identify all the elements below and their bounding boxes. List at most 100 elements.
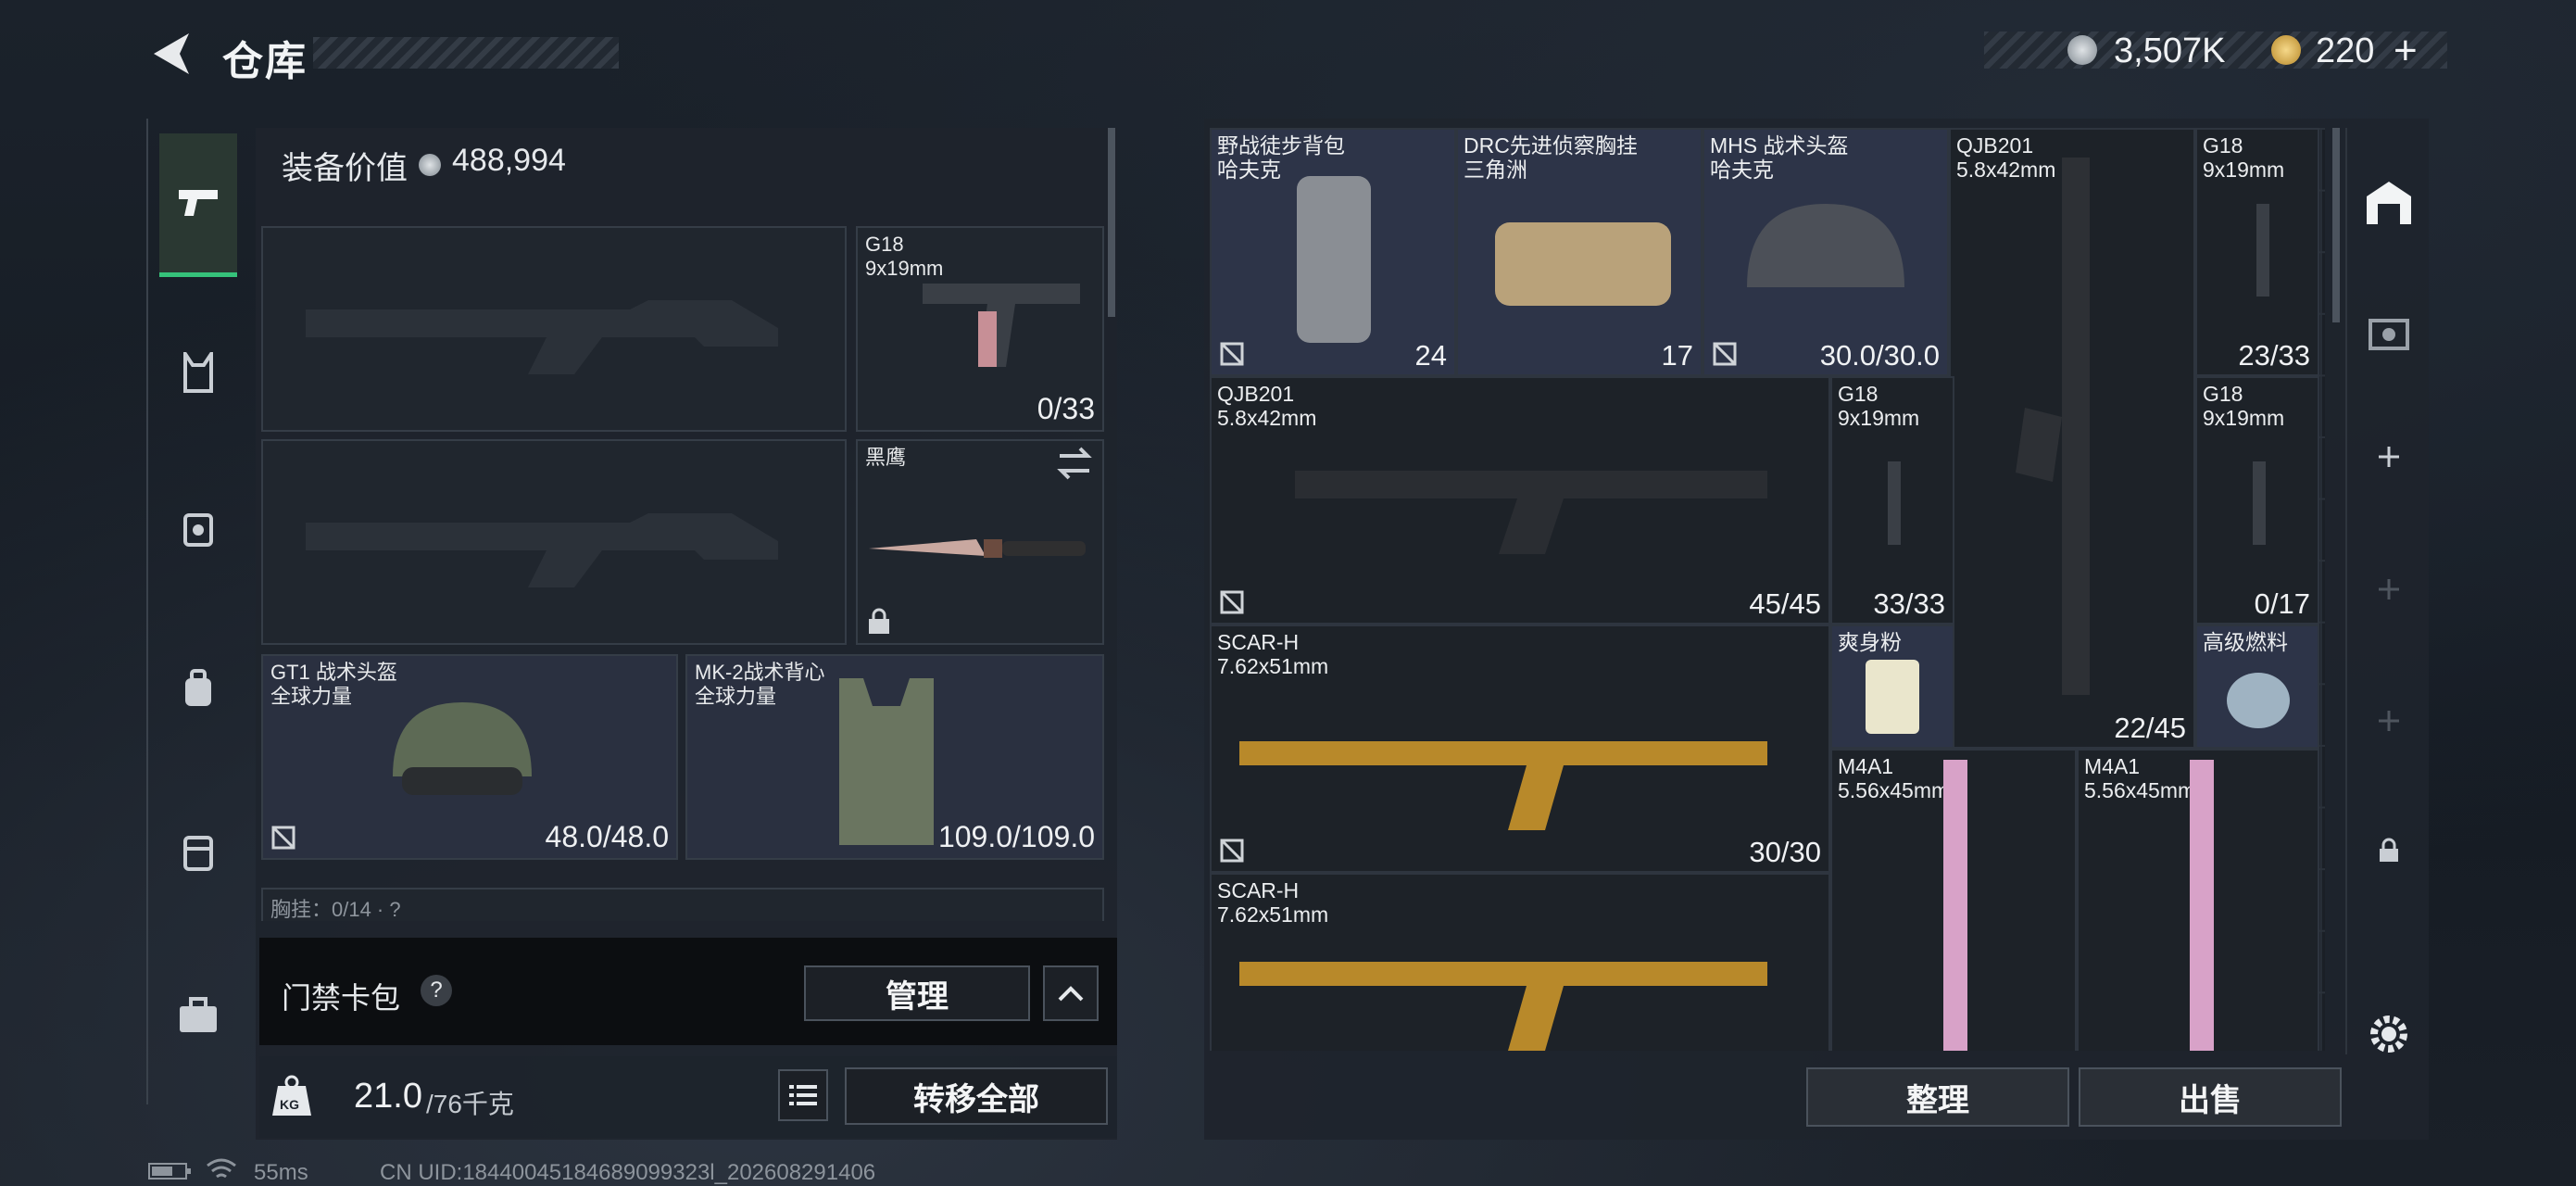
stash-item[interactable]: G18 9x19mm 0/17 — [2195, 376, 2319, 625]
locked-page[interactable] — [2347, 814, 2431, 888]
stash-item[interactable]: M4A1 5.56x45mm — [1830, 749, 2077, 1051]
helmet-slot[interactable]: GT1 战术头盔 全球力量 48.0/48.0 — [261, 654, 678, 860]
armor-slot[interactable]: MK-2战术背心 全球力量 109.0/109.0 — [685, 654, 1104, 860]
primary-weapon-slot-2[interactable] — [261, 439, 847, 645]
stash-page-4-tab[interactable] — [2347, 295, 2431, 369]
current-weight: 21.0 — [354, 1077, 422, 1116]
add-page-button-disabled[interactable] — [2347, 684, 2431, 758]
add-page-button[interactable] — [2347, 420, 2431, 494]
nav-armor[interactable] — [159, 489, 237, 567]
loadout-scrollbar[interactable] — [1108, 128, 1115, 317]
item-name: G18 — [2203, 133, 2243, 158]
item-sub: 9x19mm — [2203, 158, 2285, 182]
ammo-count: 22/45 — [2114, 712, 2186, 744]
ping-label: 55ms — [254, 1160, 308, 1185]
chest-rig-item-icon — [1495, 222, 1671, 306]
stash-item[interactable]: G18 9x19mm 33/33 — [1830, 376, 1954, 625]
swap-icon[interactable] — [1056, 447, 1093, 480]
expand-button[interactable] — [1043, 965, 1099, 1021]
helmet-icon — [393, 702, 532, 795]
equipment-category-nav — [146, 119, 250, 1104]
item-name: DRC先进侦察胸挂 — [1464, 133, 1638, 158]
lock-icon — [869, 608, 889, 634]
item-sub: 三角洲 — [1464, 158, 1527, 182]
knife-icon — [869, 539, 1086, 558]
durability: 48.0/48.0 — [545, 820, 669, 853]
nav-pouch[interactable] — [159, 814, 237, 891]
item-name: 野战徒步背包 — [1217, 133, 1345, 158]
stash-item[interactable]: SCAR-H 7.62x51mm 30/30 — [1210, 625, 1830, 873]
qjb201-icon — [1295, 471, 1767, 554]
weight-icon: KG — [269, 1073, 315, 1119]
sell-button[interactable]: 出售 — [2079, 1067, 2342, 1127]
durability: 109.0/109.0 — [937, 820, 1095, 853]
item-name: SCAR-H — [1217, 630, 1300, 654]
transfer-all-button[interactable]: 转移全部 — [845, 1067, 1108, 1125]
add-page-button-disabled[interactable] — [2347, 552, 2431, 626]
stash-item[interactable]: QJB201 5.8x42mm 22/45 — [1949, 128, 2195, 749]
silver-coin-icon — [2067, 35, 2097, 65]
no-insure-icon — [1220, 839, 1244, 863]
gold-coin-icon — [2271, 35, 2301, 65]
slot-item-name: GT1 战术头盔 — [270, 661, 397, 684]
stash-item[interactable]: MHS 战术头盔 哈夫克 30.0/30.0 — [1703, 128, 1949, 376]
nav-backpack[interactable] — [159, 649, 237, 726]
silver-currency: 3,507K — [2114, 32, 2226, 70]
nav-chest-rig[interactable] — [159, 334, 237, 411]
chest-rig-slot[interactable]: 胸挂：0/14 · ? — [261, 888, 1104, 921]
primary-weapon-slot-1[interactable] — [261, 226, 847, 432]
slot-item-name: MK-2战术背心 — [695, 661, 825, 684]
stash-item[interactable]: 爽身粉 — [1830, 625, 1954, 749]
equip-value: 488,994 — [452, 143, 566, 178]
ammo-count: 0/33 — [1037, 392, 1095, 425]
nav-weapons[interactable] — [159, 133, 237, 277]
rifle-silhouette-icon — [306, 300, 778, 374]
stash-home-tab[interactable] — [2347, 165, 2431, 239]
help-icon[interactable]: ? — [421, 975, 452, 1006]
add-currency-button[interactable]: + — [2394, 28, 2418, 74]
item-name: QJB201 — [1217, 382, 1295, 406]
stash-item[interactable]: 高级燃料 — [2195, 625, 2319, 749]
item-name: MHS 战术头盔 — [1710, 133, 1849, 158]
g18-pistol-icon — [923, 284, 1080, 367]
uid-label: CN UID:18440045184689099323l_20260829140… — [380, 1160, 876, 1185]
stash-item[interactable]: 野战徒步背包 哈夫克 24 — [1210, 128, 1456, 376]
back-arrow-icon[interactable] — [146, 28, 198, 80]
stash-item[interactable]: DRC先进侦察胸挂 三角洲 17 — [1456, 128, 1703, 376]
silver-coin-icon — [419, 154, 441, 176]
page-title: 仓库 — [222, 39, 308, 84]
helmet-item-icon — [1747, 204, 1904, 287]
stash-scrollbar[interactable] — [2332, 128, 2340, 322]
ammo-count: 0/17 — [2254, 587, 2310, 620]
item-sub: 9x19mm — [2203, 406, 2285, 430]
fuel-can-icon — [2227, 673, 2290, 728]
ammo-count: 33/33 — [1873, 587, 1945, 620]
plus-icon — [2379, 579, 2399, 599]
stash-page-nav — [2345, 128, 2431, 1054]
stash-item[interactable]: G18 9x19mm 23/33 — [2195, 128, 2319, 376]
list-view-button[interactable] — [778, 1069, 828, 1121]
nav-case[interactable] — [159, 977, 237, 1054]
m4a1-pink-icon — [2190, 760, 2214, 1051]
scar-h-gold-icon — [1239, 962, 1767, 1051]
item-name: G18 — [1838, 382, 1879, 406]
no-insure-icon — [271, 826, 295, 850]
sidearm-slot[interactable]: G18 9x19mm 0/33 — [856, 226, 1104, 432]
stash-item[interactable]: QJB201 5.8x42mm 45/45 — [1210, 376, 1830, 625]
melee-slot[interactable]: 黑鹰 — [856, 439, 1104, 645]
manage-button[interactable]: 管理 — [804, 965, 1030, 1021]
chest-rig-capacity: 胸挂：0/14 · ? — [270, 898, 401, 921]
slot-item-brand: 全球力量 — [695, 685, 777, 708]
stash-item[interactable]: SCAR-H 7.62x51mm — [1210, 873, 1830, 1051]
stash-item[interactable]: M4A1 5.56x45mm — [2077, 749, 2319, 1051]
powder-can-icon — [1866, 660, 1919, 734]
settings-button[interactable] — [2347, 997, 2431, 1071]
wifi-icon — [207, 1158, 236, 1179]
item-name: M4A1 — [1838, 754, 1894, 778]
backpack-item-icon — [1297, 176, 1371, 343]
chevron-up-icon — [1058, 986, 1084, 1002]
weight-icon-text: KG — [280, 1097, 299, 1112]
sort-button[interactable]: 整理 — [1806, 1067, 2069, 1127]
ammo-count: 30/30 — [1749, 836, 1821, 868]
crate-icon — [2369, 319, 2409, 350]
